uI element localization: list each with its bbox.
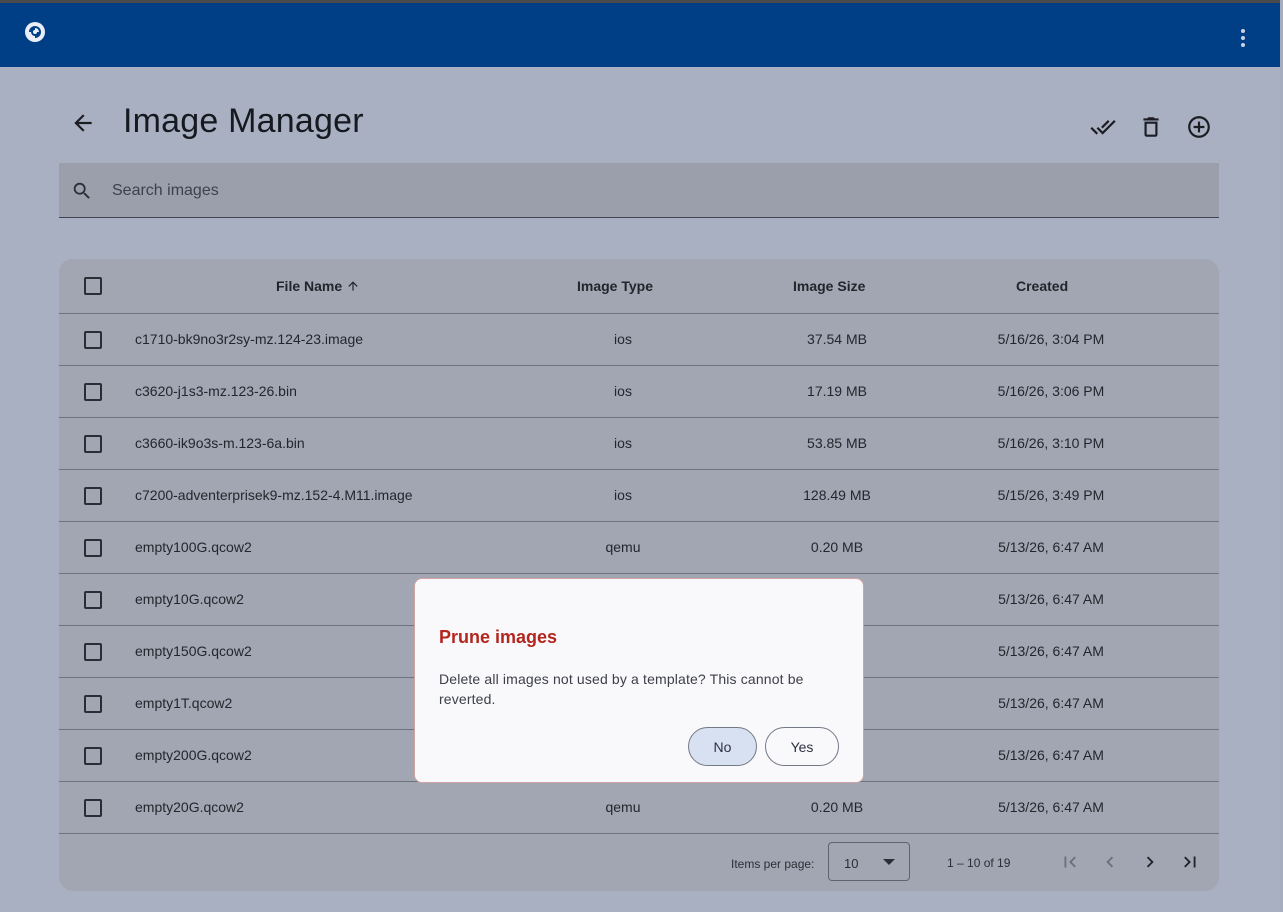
- row-checkbox[interactable]: [84, 487, 102, 505]
- search-input[interactable]: [110, 178, 1204, 204]
- file-name-cell: empty1T.qcow2: [135, 695, 233, 711]
- row-checkbox[interactable]: [84, 643, 102, 661]
- row-checkbox[interactable]: [84, 591, 102, 609]
- yes-button[interactable]: Yes: [765, 727, 839, 766]
- prune-images-dialog: Prune images Delete all images not used …: [414, 578, 864, 783]
- created-cell: 5/13/26, 6:47 AM: [998, 591, 1104, 607]
- header-file-name-label: File Name: [276, 278, 343, 294]
- file-name-cell: c3620-j1s3-mz.123-26.bin: [135, 383, 297, 399]
- page-size-select[interactable]: 10: [828, 842, 910, 881]
- file-name-cell: empty100G.qcow2: [135, 539, 252, 555]
- table-row[interactable]: c3660-ik9o3s-m.123-6a.bin ios 53.85 MB 5…: [59, 418, 1219, 470]
- file-name-cell: empty150G.qcow2: [135, 643, 252, 659]
- chevron-right-icon[interactable]: [1139, 851, 1161, 873]
- file-name-cell: c1710-bk9no3r2sy-mz.124-23.image: [135, 331, 364, 347]
- image-type-cell: ios: [614, 435, 632, 451]
- row-checkbox[interactable]: [84, 435, 102, 453]
- header-image-type[interactable]: Image Type: [577, 278, 653, 294]
- table-row[interactable]: empty20G.qcow2 qemu 0.20 MB 5/13/26, 6:4…: [59, 782, 1219, 834]
- gns3-logo-icon[interactable]: [23, 20, 47, 44]
- items-per-page-label: Items per page:: [731, 857, 815, 871]
- no-button[interactable]: No: [688, 727, 757, 766]
- created-cell: 5/13/26, 6:47 AM: [998, 799, 1104, 815]
- image-type-cell: ios: [614, 383, 632, 399]
- table-row[interactable]: c3620-j1s3-mz.123-26.bin ios 17.19 MB 5/…: [59, 366, 1219, 418]
- paginator: Items per page: 10 1 – 10 of 19: [59, 835, 1219, 891]
- created-cell: 5/13/26, 6:47 AM: [998, 539, 1104, 555]
- created-cell: 5/16/26, 3:04 PM: [997, 331, 1105, 347]
- file-name-cell: c3660-ik9o3s-m.123-6a.bin: [135, 435, 305, 451]
- created-cell: 5/13/26, 6:47 AM: [998, 695, 1104, 711]
- page-range-label: 1 – 10 of 19: [947, 856, 1011, 870]
- first-page-icon[interactable]: [1059, 851, 1081, 873]
- delete-icon[interactable]: [1138, 114, 1164, 140]
- created-cell: 5/16/26, 3:10 PM: [997, 435, 1105, 451]
- row-checkbox[interactable]: [84, 331, 102, 349]
- file-name-cell: empty200G.qcow2: [135, 747, 252, 763]
- page-title: Image Manager: [123, 102, 364, 140]
- done-all-icon[interactable]: [1090, 114, 1116, 140]
- image-type-cell: qemu: [605, 539, 641, 555]
- row-checkbox[interactable]: [84, 747, 102, 765]
- table-header: File Name Image Type Image Size Created: [59, 259, 1219, 314]
- dropdown-arrow-icon: [883, 859, 895, 865]
- image-size-cell: 17.19 MB: [807, 383, 867, 399]
- more-vert-icon[interactable]: [1232, 25, 1254, 51]
- table-row[interactable]: empty100G.qcow2 qemu 0.20 MB 5/13/26, 6:…: [59, 522, 1219, 574]
- chevron-left-icon[interactable]: [1099, 851, 1121, 873]
- created-cell: 5/16/26, 3:06 PM: [997, 383, 1105, 399]
- row-checkbox[interactable]: [84, 695, 102, 713]
- header-file-name[interactable]: File Name: [276, 278, 360, 294]
- image-type-cell: ios: [614, 487, 632, 503]
- search-icon: [73, 182, 90, 199]
- header-created[interactable]: Created: [1016, 278, 1068, 294]
- row-checkbox[interactable]: [84, 799, 102, 817]
- images-table: File Name Image Type Image Size Created …: [59, 259, 1219, 891]
- header-image-size[interactable]: Image Size: [793, 278, 865, 294]
- table-row[interactable]: c7200-adventerprisek9-mz.152-4.M11.image…: [59, 470, 1219, 522]
- created-cell: 5/13/26, 6:47 AM: [998, 747, 1104, 763]
- created-cell: 5/15/26, 3:49 PM: [997, 487, 1105, 503]
- created-cell: 5/13/26, 6:47 AM: [998, 643, 1104, 659]
- image-size-cell: 0.20 MB: [810, 799, 864, 815]
- image-size-cell: 0.20 MB: [810, 539, 864, 555]
- arrow-back-icon[interactable]: [70, 110, 96, 136]
- last-page-icon[interactable]: [1179, 851, 1201, 873]
- image-type-cell: ios: [614, 331, 632, 347]
- page-size-value: 10: [844, 856, 859, 871]
- dialog-message: Delete all images not used by a template…: [439, 671, 804, 707]
- file-name-cell: empty20G.qcow2: [135, 799, 244, 815]
- row-checkbox[interactable]: [84, 383, 102, 401]
- top-app-bar: [0, 0, 1280, 67]
- image-size-cell: 128.49 MB: [803, 487, 871, 503]
- image-size-cell: 37.54 MB: [807, 331, 867, 347]
- select-all-checkbox[interactable]: [84, 277, 102, 295]
- add-circle-icon[interactable]: [1186, 114, 1212, 140]
- image-type-cell: qemu: [605, 799, 641, 815]
- arrow-upward-icon: [348, 281, 358, 291]
- row-checkbox[interactable]: [84, 539, 102, 557]
- search-field[interactable]: [59, 163, 1219, 218]
- file-name-cell: c7200-adventerprisek9-mz.152-4.M11.image: [135, 487, 413, 503]
- dialog-title: Prune images: [439, 627, 558, 647]
- file-name-cell: empty10G.qcow2: [135, 591, 244, 607]
- table-row[interactable]: c1710-bk9no3r2sy-mz.124-23.image ios 37.…: [59, 314, 1219, 366]
- image-size-cell: 53.85 MB: [807, 435, 867, 451]
